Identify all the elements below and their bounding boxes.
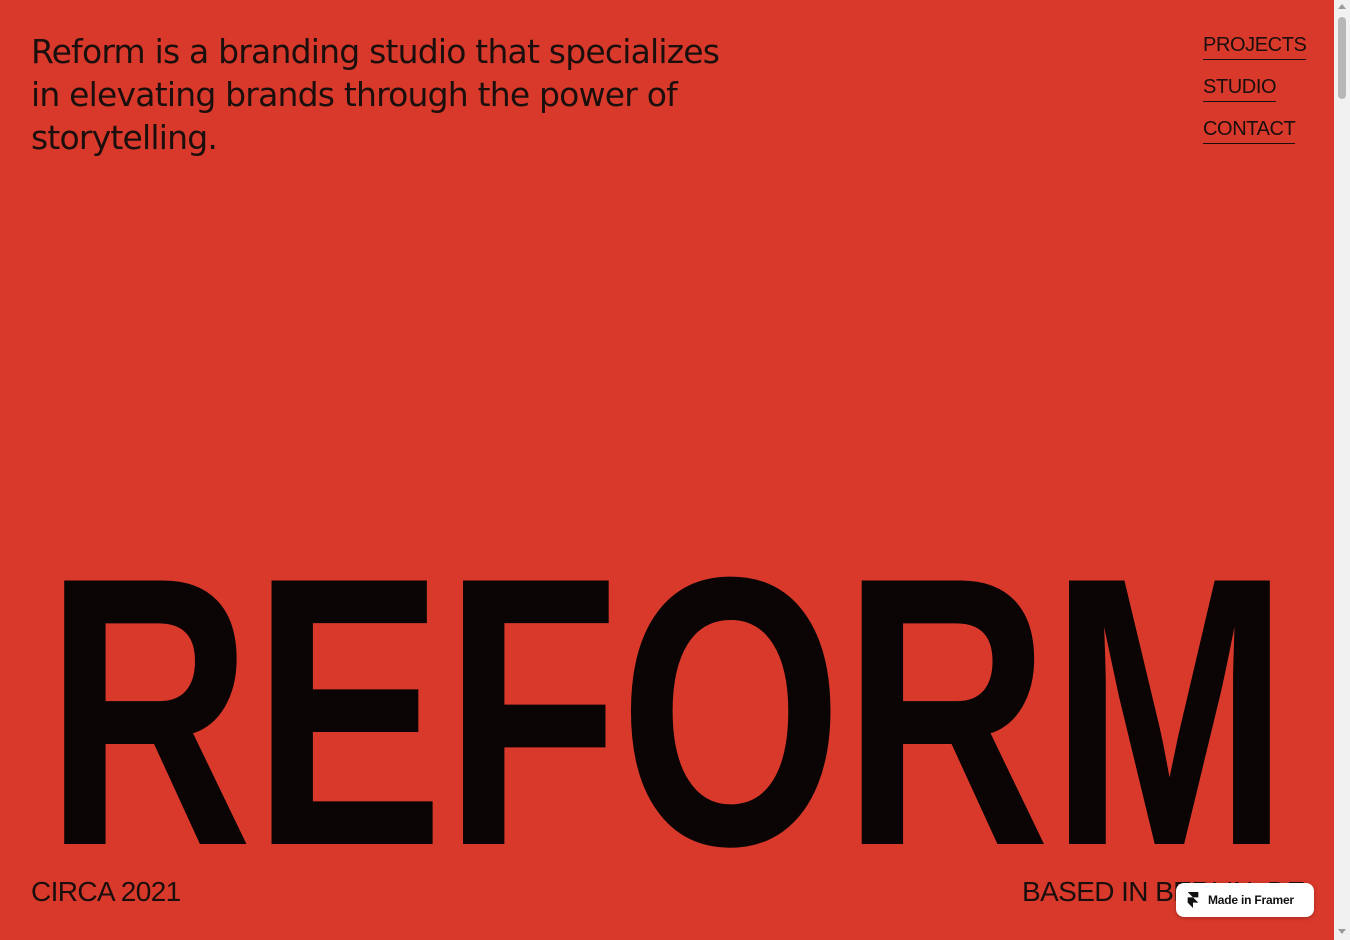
nav-link-projects[interactable]: PROJECTS (1203, 33, 1307, 60)
page-viewport: Reform is a branding studio that special… (0, 0, 1334, 940)
made-in-framer-badge[interactable]: Made in Framer (1176, 883, 1314, 917)
brand-wordmark-svg: REFORM (45, 507, 1289, 897)
brand-wordmark: REFORM (0, 507, 1334, 897)
nav-link-contact[interactable]: CONTACT (1203, 117, 1296, 144)
badge-label: Made in Framer (1208, 893, 1294, 907)
vertical-scrollbar[interactable] (1334, 0, 1350, 940)
scrollbar-thumb[interactable] (1338, 17, 1346, 99)
scroll-up-arrow-icon[interactable] (1338, 4, 1346, 9)
main-nav: PROJECTS STUDIO CONTACT (1203, 33, 1307, 159)
framer-icon (1187, 892, 1199, 908)
nav-link-studio[interactable]: STUDIO (1203, 75, 1277, 102)
scroll-down-arrow-icon[interactable] (1338, 929, 1346, 934)
founded-year: CIRCA 2021 (31, 876, 181, 907)
studio-tagline: Reform is a branding studio that special… (31, 32, 720, 157)
brand-wordmark-text: REFORM (45, 507, 1289, 897)
